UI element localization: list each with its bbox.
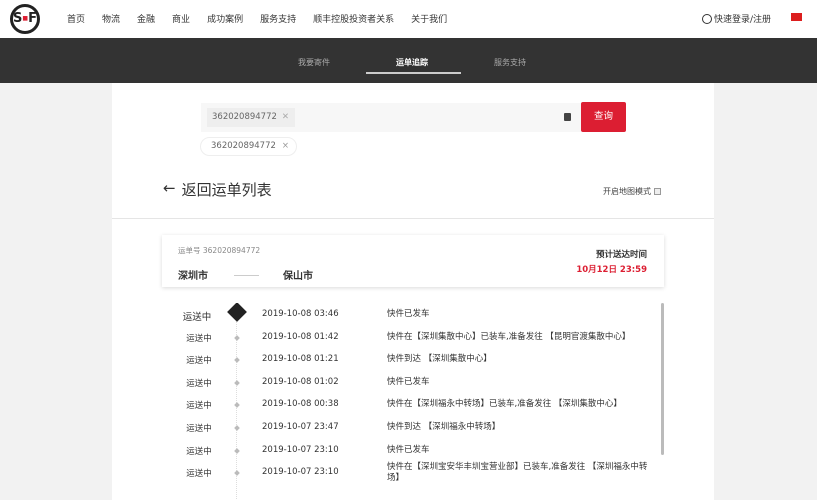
map-mode-checkbox[interactable] <box>654 188 661 195</box>
time: 2019-10-08 03:46 <box>262 309 339 319</box>
time: 2019-10-07 23:10 <box>262 444 339 455</box>
history-chip[interactable]: 362020894772 × <box>200 137 297 156</box>
trash-icon[interactable] <box>564 113 571 121</box>
timeline-row: 运送中 2019-10-07 23:10 快件在【深圳宝安华丰圳宝营业部】已装车,准… <box>162 462 652 489</box>
timeline-row: 运送中 2019-10-07 23:47 快件到达 【深圳福永中转场】 <box>162 422 652 444</box>
timeline-dot-icon <box>234 334 240 341</box>
chip-text: 362020894772 <box>212 112 277 122</box>
waybill-chip: 362020894772 ✕ <box>207 108 295 127</box>
active-tab-underline <box>366 72 461 74</box>
tab-tracking[interactable]: 运单追踪 <box>396 57 428 68</box>
menu-support[interactable]: 服务支持 <box>260 12 296 25</box>
china-flag-icon[interactable] <box>791 13 802 21</box>
description: 快件已发车 <box>387 444 430 455</box>
query-button[interactable]: 查询 <box>581 102 626 132</box>
status: 运送中 <box>186 446 212 457</box>
time: 2019-10-08 01:21 <box>262 354 339 365</box>
main-menu: 首页 物流 金融 商业 成功案例 服务支持 顺丰控股投资者关系 关于我们 <box>67 12 447 25</box>
menu-home[interactable]: 首页 <box>67 12 85 25</box>
description: 快件在【深圳福永中转场】已装车,准备发往 【深圳集散中心】 <box>387 399 622 410</box>
current-marker-icon <box>227 303 247 322</box>
divider <box>112 218 714 219</box>
destination-city: 保山市 <box>283 271 313 282</box>
login-label: 快速登录/注册 <box>714 15 772 25</box>
sub-nav: 我要寄件 运单追踪 服务支持 <box>0 38 817 83</box>
origin-city: 深圳市 <box>178 271 208 282</box>
time: 2019-10-08 00:38 <box>262 399 339 410</box>
status: 运送中 <box>186 469 212 480</box>
status: 运送中 <box>182 312 212 323</box>
description: 快件到达 【深圳集散中心】 <box>387 354 492 365</box>
menu-cases[interactable]: 成功案例 <box>207 12 243 25</box>
waybill-card: 运单号 362020894772 深圳市 保山市 预计送达时间 10月12日 23… <box>162 235 664 287</box>
timeline-row: 运送中 2019-10-08 00:38 快件在【深圳福永中转场】已装车,准备发往 … <box>162 399 652 421</box>
description: 快件在【深圳集散中心】已装车,准备发往 【昆明官渡集散中心】 <box>387 331 631 342</box>
map-mode-toggle[interactable]: 开启地图模式 <box>603 186 661 197</box>
description: 快件到达 【深圳福永中转场】 <box>387 422 501 432</box>
timeline-row: 运送中 2019-10-08 01:02 快件已发车 <box>162 377 652 399</box>
description: 快件已发车 <box>387 309 430 319</box>
status: 运送中 <box>186 424 212 434</box>
time: 2019-10-07 23:47 <box>262 422 339 432</box>
tab-send[interactable]: 我要寄件 <box>298 57 330 68</box>
time: 2019-10-08 01:02 <box>262 376 339 387</box>
history-text: 362020894772 <box>211 141 276 151</box>
back-label: 返回运单列表 <box>181 181 272 199</box>
arrow-left-icon: ← <box>163 179 176 197</box>
timeline-dot-icon <box>234 357 240 364</box>
eta: 预计送达时间 10月12日 23:59 <box>576 248 647 275</box>
status: 运送中 <box>186 333 212 344</box>
timeline-row: 运送中 2019-10-08 01:21 快件到达 【深圳集散中心】 <box>162 354 652 376</box>
time: 2019-10-07 23:10 <box>262 467 339 478</box>
eta-value: 10月12日 23:59 <box>576 265 647 275</box>
sf-logo[interactable]: S■F <box>10 4 40 34</box>
description: 快件已发车 <box>387 376 430 387</box>
tracking-timeline: 运送中 2019-10-08 03:46 快件已发车 运送中 2019-10-08 01… <box>162 303 664 500</box>
timeline-dot-icon <box>234 425 240 431</box>
timeline-dot-icon <box>234 470 240 477</box>
map-mode-label: 开启地图模式 <box>603 187 651 196</box>
timeline-dot-icon <box>234 402 240 409</box>
status: 运送中 <box>186 401 212 412</box>
tab-support[interactable]: 服务支持 <box>494 57 526 68</box>
menu-business[interactable]: 商业 <box>172 12 190 25</box>
menu-finance[interactable]: 金融 <box>137 12 155 25</box>
menu-about[interactable]: 关于我们 <box>411 12 447 25</box>
back-to-list[interactable]: ← 返回运单列表 <box>163 179 272 200</box>
status: 运送中 <box>186 378 212 389</box>
login-link[interactable]: 快速登录/注册 <box>702 12 771 25</box>
menu-investors[interactable]: 顺丰控股投资者关系 <box>313 12 394 25</box>
menu-logistics[interactable]: 物流 <box>102 12 120 25</box>
timeline-dot-icon <box>234 447 240 454</box>
timeline-dot-icon <box>234 379 240 386</box>
eta-label: 预计送达时间 <box>595 250 647 260</box>
user-icon <box>702 13 712 24</box>
close-icon[interactable]: × <box>282 138 289 155</box>
description: 快件在【深圳宝安华丰圳宝营业部】已装车,准备发往 【深圳福永中转场】 <box>387 462 648 484</box>
route-arrow-icon <box>234 275 259 276</box>
timeline-row: 运送中 2019-10-08 03:46 快件已发车 <box>162 303 652 331</box>
timeline-row: 运送中 2019-10-08 01:42 快件在【深圳集散中心】已装车,准备发往 【… <box>162 332 652 354</box>
close-icon[interactable]: ✕ <box>282 108 289 127</box>
waybill-number: 运单号 362020894772 <box>178 246 261 255</box>
time: 2019-10-08 01:42 <box>262 331 339 342</box>
status: 运送中 <box>186 356 212 367</box>
scrollbar[interactable] <box>661 303 664 455</box>
top-header: S■F 首页 物流 金融 商业 成功案例 服务支持 顺丰控股投资者关系 关于我们… <box>0 0 817 38</box>
